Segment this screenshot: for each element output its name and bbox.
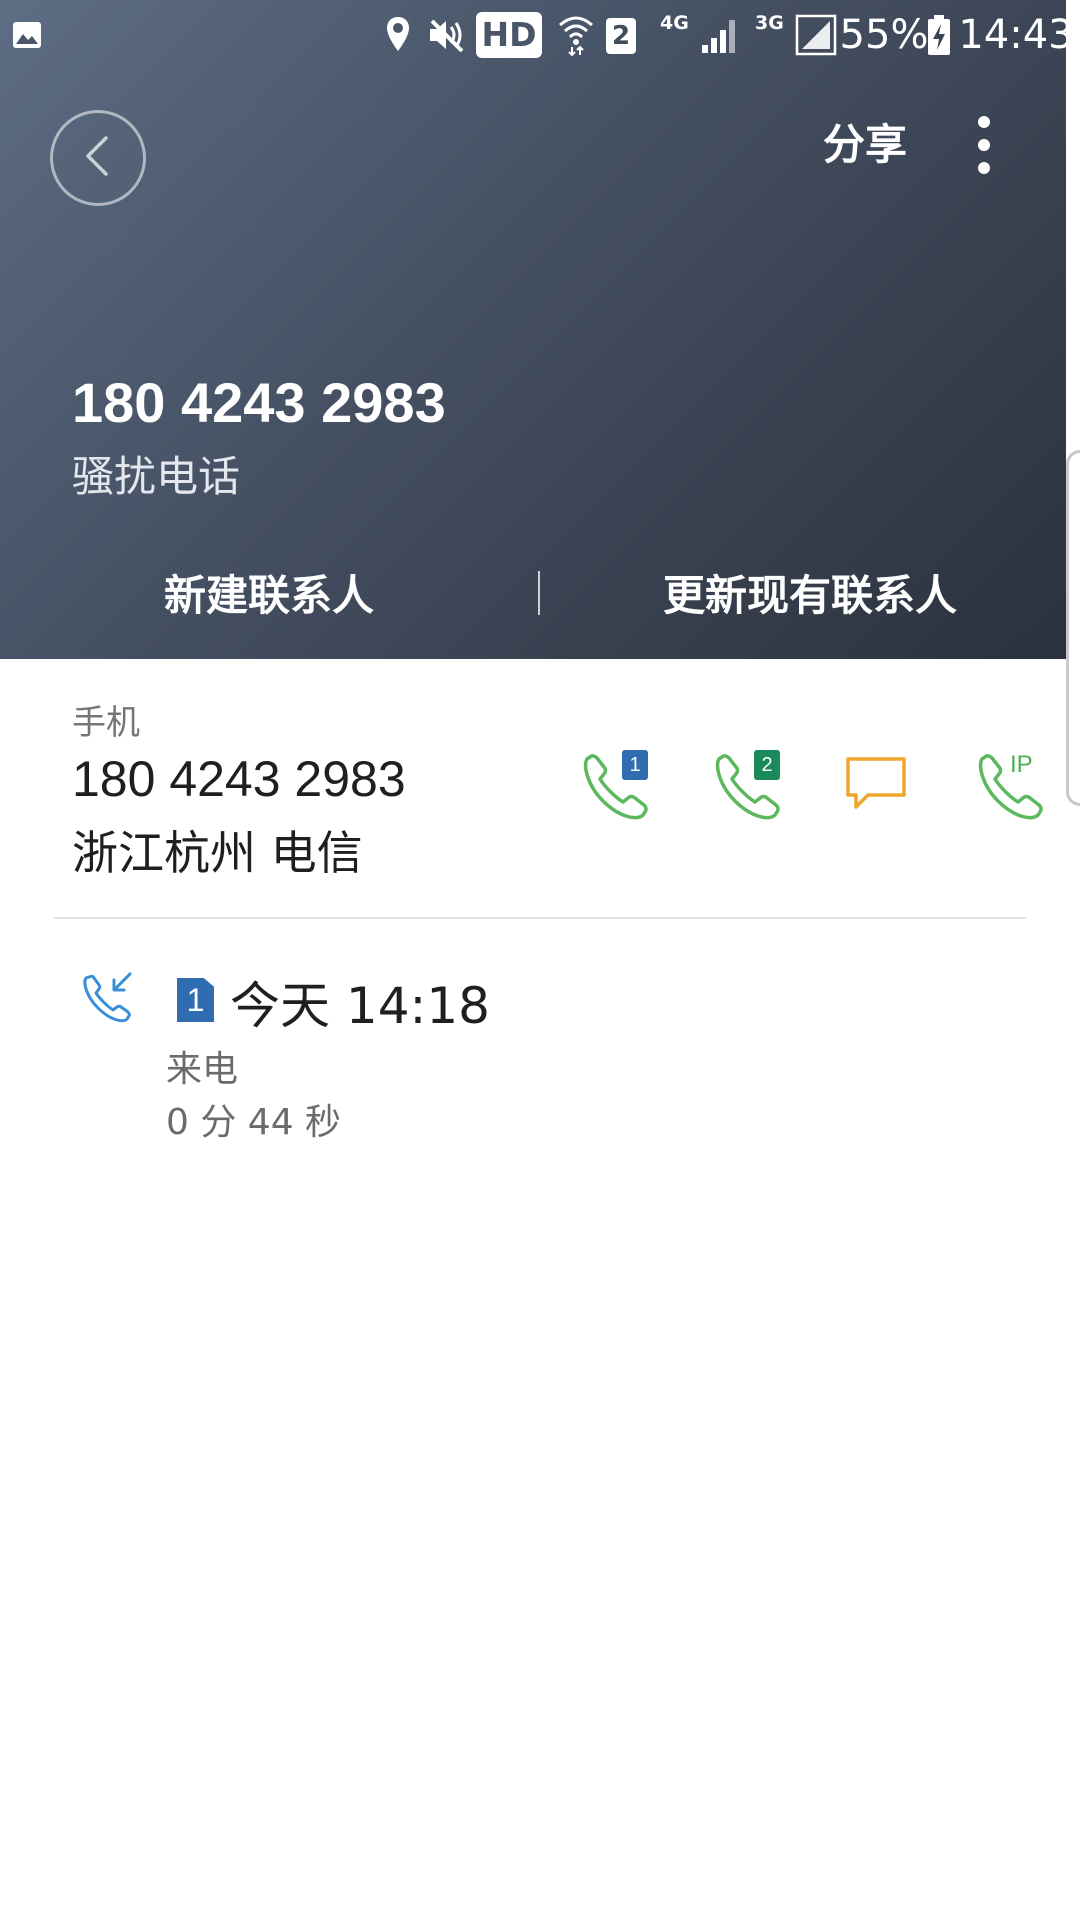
battery-percent: 55%	[839, 12, 929, 58]
call-sim1-button[interactable]: 1	[575, 745, 655, 825]
chevron-left-icon	[78, 132, 118, 184]
sim-2-badge: 2	[606, 18, 636, 54]
network-4g-label: 4G	[660, 12, 689, 34]
back-button[interactable]	[50, 110, 146, 206]
ip-call-button[interactable]: IP	[970, 745, 1050, 825]
contact-header: HD 2 4G 3G 55% 14:43 分享 180 4243 2983 骚扰…	[0, 0, 1074, 659]
header-phone-number: 180 4243 2983	[72, 371, 446, 434]
edge-panel-handle[interactable]	[1066, 450, 1080, 806]
gallery-notification-icon	[12, 12, 42, 58]
phone-number: 180 4243 2983	[72, 751, 406, 807]
battery-charging-icon	[926, 12, 952, 58]
sim2-badge: 2	[754, 750, 780, 780]
call-log-duration: 0 分 44 秒	[166, 1102, 342, 1143]
sim1-badge: 1	[622, 750, 648, 780]
phone-type-label: 手机	[72, 703, 140, 743]
wifi-icon	[556, 12, 596, 58]
more-options-icon[interactable]	[956, 110, 1012, 180]
signal-icon-sim2	[795, 12, 837, 58]
incoming-call-icon	[78, 968, 138, 1028]
contact-action-bar: 新建联系人 更新现有联系人	[0, 559, 1066, 633]
section-divider	[54, 917, 1026, 919]
call-log-type: 来电	[166, 1049, 239, 1090]
clock: 14:43	[958, 12, 1074, 58]
phone-location: 浙江杭州 电信	[72, 826, 363, 880]
call-sim2-button[interactable]: 2	[707, 745, 787, 825]
update-contact-button[interactable]: 更新现有联系人	[540, 559, 1080, 633]
signal-icon-sim1	[700, 12, 740, 58]
share-button[interactable]: 分享	[805, 112, 925, 178]
log-sim-badge: 1	[177, 978, 214, 1022]
number-tag-label: 骚扰电话	[72, 452, 241, 501]
hd-voice-badge: HD	[476, 12, 542, 58]
call-log-time: 今天 14:18	[230, 977, 490, 1035]
new-contact-button[interactable]: 新建联系人	[0, 559, 538, 633]
network-3g-label: 3G	[755, 12, 784, 34]
mute-icon	[426, 12, 466, 58]
location-icon	[384, 12, 412, 58]
message-icon	[842, 757, 922, 829]
status-bar: HD 2 4G 3G 55% 14:43	[0, 0, 1080, 70]
ip-label: IP	[1010, 751, 1033, 778]
message-button[interactable]	[842, 745, 922, 825]
